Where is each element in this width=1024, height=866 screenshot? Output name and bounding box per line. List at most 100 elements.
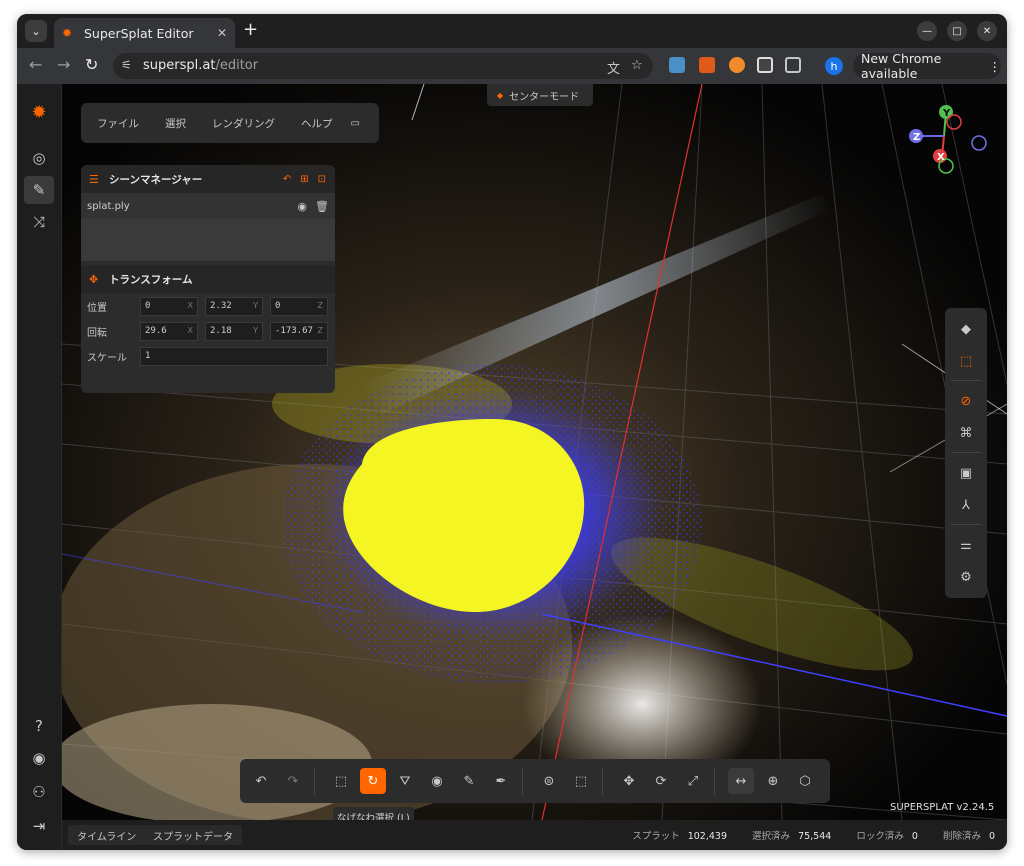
editor-button[interactable]: ✎ (24, 176, 54, 204)
axis-z-label: Z (317, 325, 323, 335)
supersplat-logo-icon[interactable]: ✹ (24, 98, 54, 126)
axis-x-label: X (187, 300, 193, 310)
maximize-button[interactable]: □ (947, 21, 967, 41)
new-scene-icon[interactable]: ⊡ (318, 174, 326, 185)
camera-fly-button[interactable]: ⌘ (951, 420, 981, 446)
scale-input[interactable]: 1 (140, 346, 328, 366)
browser-tab[interactable]: ✹ SuperSplat Editor ✕ (54, 18, 235, 48)
menu-render[interactable]: レンダリング (212, 116, 275, 131)
compass-icon: ◎ (32, 149, 46, 167)
crop-plane-button[interactable]: ⊜ (536, 768, 562, 794)
undo-scene-icon[interactable]: ↶ (283, 174, 291, 185)
status-bar: タイムライン スプラットデータ スプラット 102,439 選択済み 75,544 … (62, 820, 1007, 850)
forward-button[interactable]: → (57, 56, 70, 74)
help-button[interactable]: ? (24, 712, 54, 740)
undo-button[interactable]: ↶ (248, 768, 274, 794)
close-window-button[interactable]: ✕ (977, 21, 997, 41)
rotate-tool-button[interactable]: ⟳ (648, 768, 674, 794)
bookmark-star-icon[interactable]: ☆ (631, 58, 643, 73)
import-icon[interactable]: ⊞ (300, 174, 308, 185)
gizmo-y-label: Y (942, 108, 951, 119)
rotation-y-input[interactable]: 2.18 Y (205, 321, 263, 341)
eyedropper-icon: ✒ (495, 773, 507, 789)
minimize-button[interactable]: — (917, 21, 937, 41)
extension-1-icon[interactable] (669, 57, 685, 73)
question-circle-icon: ? (35, 717, 43, 735)
position-x-input[interactable]: 0X (140, 296, 198, 316)
translate-icon[interactable]: 文 (607, 58, 620, 77)
reset-camera-button[interactable]: ⅄ (951, 492, 981, 518)
sign-in-button[interactable]: ⇥ (24, 812, 54, 840)
timeline-tab[interactable]: タイムライン (68, 825, 146, 845)
world-space-button[interactable]: ⊕ (760, 768, 786, 794)
pivot-button[interactable]: ⬡ (792, 768, 818, 794)
splat-mode-button[interactable]: ◆ (951, 316, 981, 342)
tab-search-button[interactable]: ⌄ (25, 20, 47, 42)
new-tab-button[interactable]: + (243, 20, 258, 40)
explore-button[interactable]: ◎ (24, 144, 54, 172)
center-mode-indicator[interactable]: ◆ センターモード (487, 84, 593, 106)
redo-icon: ↷ (287, 773, 299, 789)
sphere-select-button[interactable]: ◉ (424, 768, 450, 794)
reload-button[interactable]: ↻ (85, 56, 98, 74)
menu-file[interactable]: ファイル (97, 116, 139, 131)
tab-strip: ⌄ ✹ SuperSplat Editor ✕ + — □ ✕ (17, 14, 1007, 48)
scale-value: 1 (145, 350, 151, 361)
kebab-menu-icon[interactable]: ⋮ (989, 59, 1002, 74)
rotation-x-input[interactable]: 29.6 X (140, 321, 198, 341)
box-select-button[interactable]: ⬚ (568, 768, 594, 794)
rotation-x-value: 29.6 (145, 325, 167, 336)
menu-help[interactable]: ヘルプ (301, 116, 333, 131)
polygon-select-button[interactable]: ⛛ (392, 768, 418, 794)
locked-label: ロック済み (856, 831, 904, 842)
sign-in-icon: ⇥ (32, 817, 46, 835)
trash-icon[interactable]: 🗑 (315, 200, 329, 213)
position-z-input[interactable]: 0Z (270, 296, 328, 316)
toolbar-divider (714, 767, 715, 795)
menu-select[interactable]: 選択 (165, 116, 186, 131)
settings-button[interactable]: ⚙ (951, 564, 981, 590)
splat-name: splat.ply (87, 200, 130, 212)
redo-button[interactable]: ↷ (280, 768, 306, 794)
update-label: New Chrome available (861, 51, 942, 81)
extensions-puzzle-icon[interactable] (785, 57, 801, 73)
brush-select-button[interactable]: ✎ (456, 768, 482, 794)
view-options-button[interactable]: ⚌ (951, 532, 981, 558)
url-host: superspl.at (143, 58, 216, 73)
position-y-input[interactable]: 2.32 Y (205, 296, 263, 316)
shuffle-button[interactable]: ⤨ (24, 208, 54, 236)
close-tab-icon[interactable]: ✕ (217, 26, 227, 40)
locked-count: 0 (911, 831, 918, 842)
discord-button[interactable]: ◉ (24, 744, 54, 772)
site-info-icon[interactable]: ⚟ (121, 58, 132, 72)
lasso-icon: ↻ (367, 773, 379, 789)
extension-2-icon[interactable] (699, 57, 715, 73)
lasso-select-button[interactable]: ↻ (360, 768, 386, 794)
address-bar[interactable]: ⚟ superspl.at/editor 文 ☆ (113, 53, 653, 79)
eyedropper-button[interactable]: ✒ (488, 768, 514, 794)
add-user-button[interactable]: ⚇ (24, 778, 54, 806)
panel-toggle-icon[interactable]: ▭ (351, 118, 360, 129)
splat-list-item[interactable]: splat.ply ◉ 🗑 (81, 193, 335, 219)
local-space-button[interactable]: ↔ (728, 768, 754, 794)
shuffle-icon: ⤨ (32, 213, 45, 231)
eye-icon[interactable]: ◉ (297, 200, 307, 213)
profile-avatar[interactable]: h (825, 57, 843, 75)
show-hide-splats-button[interactable]: ⊘ (951, 388, 981, 414)
bounding-box-button[interactable]: ⬚ (951, 348, 981, 374)
tab-title: SuperSplat Editor (84, 25, 194, 41)
picker-select-button[interactable]: ⬚ (328, 768, 354, 794)
frame-selection-button[interactable]: ▣ (951, 460, 981, 486)
new-chrome-available-button[interactable]: New Chrome available ⋮ (853, 51, 1002, 81)
splat-data-tab[interactable]: スプラットデータ (144, 825, 242, 845)
splat-stats: スプラット 102,439 選択済み 75,544 ロック済み 0 削除済み 0 (632, 828, 995, 842)
minimize-icon: — (922, 25, 932, 37)
extension-4-icon[interactable] (757, 57, 773, 73)
scale-tool-button[interactable]: ⤢ (680, 768, 706, 794)
extension-3-icon[interactable] (729, 57, 745, 73)
sphere-icon: ◉ (431, 773, 443, 789)
scale-label: スケール (87, 352, 127, 364)
translate-tool-button[interactable]: ✥ (616, 768, 642, 794)
rotation-z-input[interactable]: -173.67 Z (270, 321, 328, 341)
back-button[interactable]: ← (29, 56, 42, 74)
